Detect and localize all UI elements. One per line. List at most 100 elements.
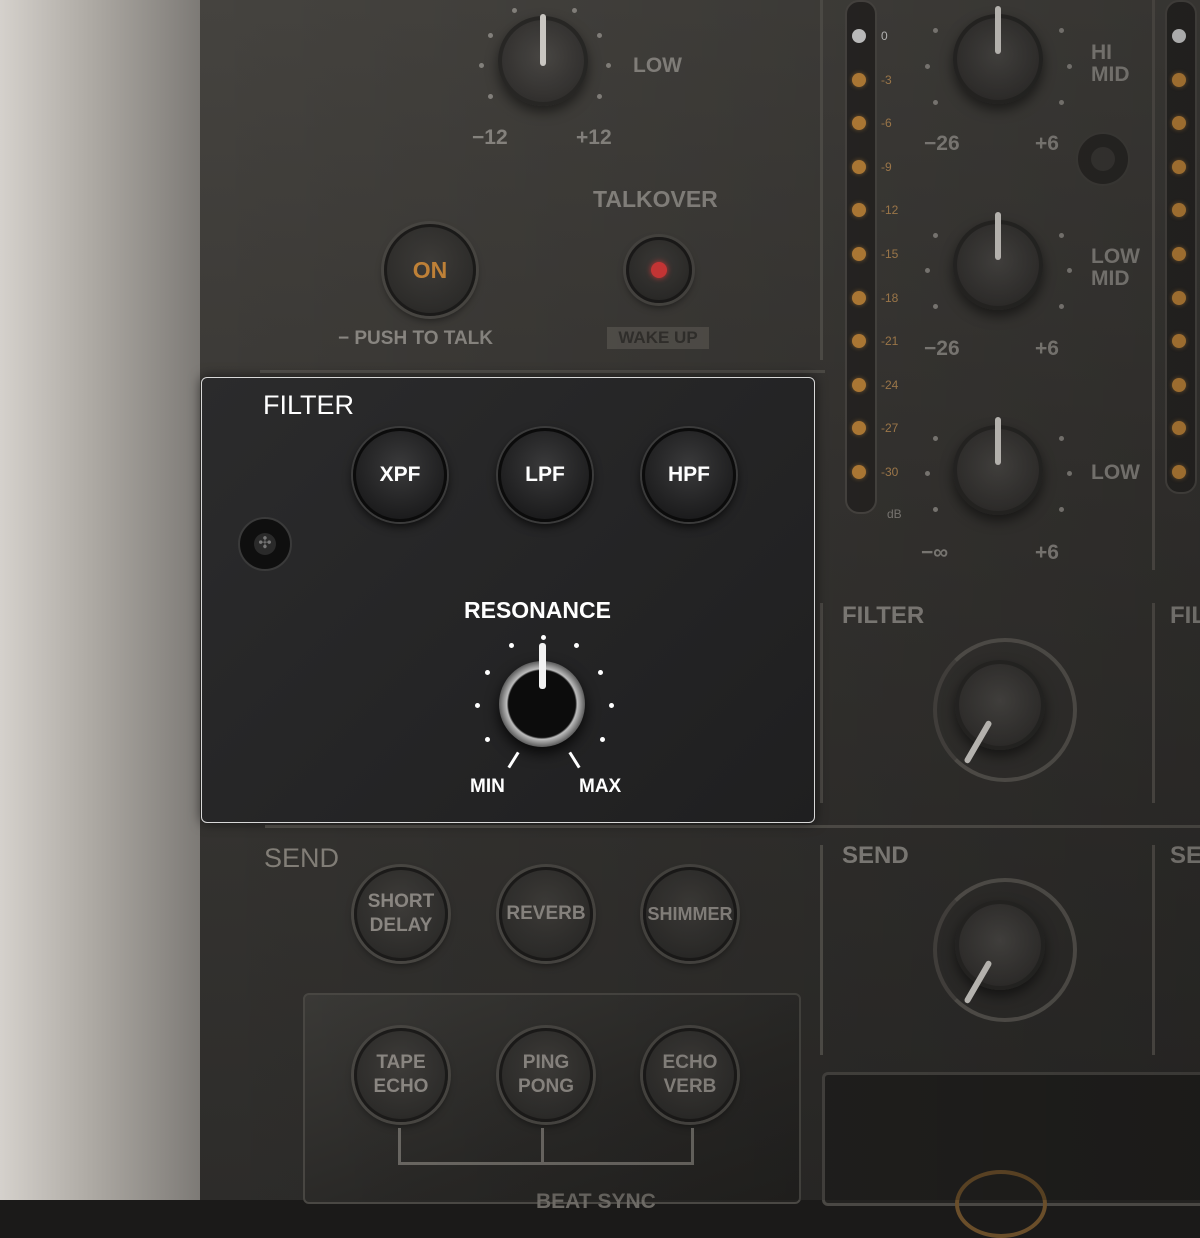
hpf-button[interactable]: HPF	[642, 428, 736, 522]
bracket-stem	[541, 1128, 544, 1162]
screw-icon	[1076, 132, 1130, 186]
scale-dot	[606, 63, 611, 68]
right-send-knob[interactable]	[955, 900, 1045, 1005]
divider-horizontal	[265, 825, 1200, 828]
meter-led	[1172, 73, 1186, 87]
meter-scale-label: -9	[881, 160, 892, 174]
hpf-label: HPF	[668, 463, 710, 486]
meter-led	[852, 247, 866, 261]
scale-dot	[541, 635, 546, 640]
short-delay-button[interactable]: SHORT DELAY	[354, 867, 448, 961]
tick-mark	[568, 751, 581, 769]
divider-vertical	[820, 845, 823, 1055]
meter-led	[1172, 116, 1186, 130]
lpf-button[interactable]: LPF	[498, 428, 592, 522]
scale-dot	[925, 64, 930, 69]
wake-up-badge: WAKE UP	[607, 327, 709, 349]
scale-dot	[597, 33, 602, 38]
low-min-label-right: −∞	[921, 541, 949, 564]
resonance-max-label: MAX	[579, 776, 622, 797]
echo-verb-button[interactable]: ECHO VERB	[643, 1028, 737, 1122]
meter-led	[852, 116, 866, 130]
scale-dot	[933, 233, 938, 238]
knob-indicator	[995, 6, 1001, 54]
tape-echo-label: TAPE ECHO	[373, 1052, 429, 1097]
knob-indicator	[540, 14, 546, 66]
scale-dot	[1067, 268, 1072, 273]
low-mid-label: LOW MID	[1091, 245, 1140, 290]
resonance-knob[interactable]	[499, 643, 585, 747]
bracket-line	[398, 1128, 694, 1165]
meter-scale-label: -3	[881, 73, 892, 87]
resonance-min-label: MIN	[470, 776, 505, 797]
meter-led	[852, 203, 866, 217]
meter-led	[1172, 334, 1186, 348]
hi-mid-label: HI MID	[1091, 41, 1130, 86]
low-label-right: LOW	[1091, 461, 1140, 484]
talkover-on-button[interactable]: ON	[384, 224, 476, 316]
talkover-wakeup-button[interactable]	[626, 237, 692, 303]
talkover-title: TALKOVER	[593, 186, 718, 212]
right-filter-label: FILTER	[842, 602, 925, 629]
meter-scale-label: -24	[881, 378, 899, 392]
scale-dot	[925, 268, 930, 273]
meter-led-peak	[852, 29, 866, 43]
wake-up-label: WAKE UP	[618, 328, 698, 347]
shimmer-button[interactable]: SHIMMER	[643, 867, 737, 961]
scale-dot	[479, 63, 484, 68]
scale-dot	[1067, 64, 1072, 69]
meter-scale-label: 0	[881, 29, 888, 43]
low-knob-right[interactable]	[953, 417, 1043, 515]
scale-dot	[1059, 436, 1064, 441]
meter-led	[852, 465, 866, 479]
divider-vertical	[820, 0, 823, 360]
hi-mid-knob[interactable]	[953, 6, 1043, 104]
meter-led	[852, 378, 866, 392]
scale-dot	[933, 304, 938, 309]
meter-led	[1172, 247, 1186, 261]
reverb-button[interactable]: REVERB	[499, 867, 593, 961]
scale-dot	[925, 471, 930, 476]
hi-mid-max-label: +6	[1035, 132, 1059, 155]
scale-dot	[485, 737, 490, 742]
screw-head: ✣	[254, 533, 276, 555]
divider-vertical	[1152, 0, 1155, 570]
right-filter-knob[interactable]	[955, 660, 1045, 765]
scale-dot	[488, 94, 493, 99]
meter-scale-label: -21	[881, 334, 899, 348]
scale-dot	[1059, 507, 1064, 512]
shimmer-label: SHIMMER	[647, 904, 733, 924]
scale-dot	[598, 670, 603, 675]
scale-dot	[1059, 233, 1064, 238]
meter-scale-label: -27	[881, 421, 899, 435]
meter-led	[1172, 203, 1186, 217]
low-eq-knob[interactable]	[498, 14, 588, 106]
hi-mid-min-label: −26	[924, 132, 960, 155]
filter-section-highlight: FILTER XPF LPF HPF ✣ RESONANCE MIN MAX	[201, 377, 815, 823]
screw-head	[1091, 147, 1115, 171]
scale-dot	[600, 737, 605, 742]
ping-pong-button[interactable]: PING PONG	[499, 1028, 593, 1122]
low-min-label: −12	[472, 126, 508, 149]
meter-scale-label: -15	[881, 247, 899, 261]
knob-indicator	[995, 417, 1001, 465]
low-max-label: +12	[576, 126, 612, 149]
right-send-label: SEND	[842, 842, 909, 869]
xpf-button[interactable]: XPF	[353, 428, 447, 522]
scale-dot	[1059, 28, 1064, 33]
knob-indicator	[995, 212, 1001, 260]
talkover-led-icon	[651, 262, 667, 278]
low-mid-knob[interactable]	[953, 212, 1043, 310]
tick-mark	[507, 751, 520, 769]
tape-echo-button[interactable]: TAPE ECHO	[354, 1028, 448, 1122]
push-to-talk-label: − PUSH TO TALK	[338, 328, 494, 349]
scale-dot	[1067, 471, 1072, 476]
scale-dot	[1059, 304, 1064, 309]
scale-dot	[609, 703, 614, 708]
scale-dot	[933, 100, 938, 105]
scale-dot	[488, 33, 493, 38]
ping-pong-label: PING PONG	[518, 1052, 574, 1097]
echo-verb-label: ECHO VERB	[662, 1052, 718, 1097]
meter-led	[852, 291, 866, 305]
meter-led	[852, 160, 866, 174]
